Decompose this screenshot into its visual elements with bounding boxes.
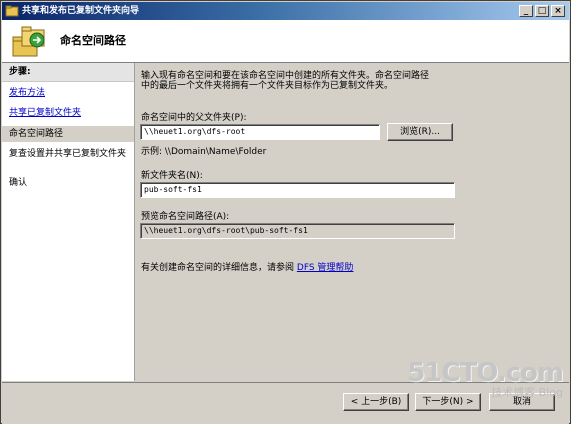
page-title: 命名空间路径: [60, 34, 126, 47]
minimize-button[interactable]: _: [519, 5, 533, 17]
help-prefix: 有关创建命名空间的详细信息，请参阅: [141, 263, 295, 273]
dfs-help-link[interactable]: DFS 管理帮助: [297, 263, 354, 273]
parent-folder-label: 命名空间中的父文件夹(P):: [141, 113, 247, 123]
wizard-header: 命名空间路径: [2, 20, 569, 63]
watermark: 51CTO.com 技术博客 Blog: [407, 358, 564, 400]
description-line-2: 中的最后一个文件夹将拥有一个文件夹目标作为已复制文件夹。: [141, 81, 394, 91]
parent-folder-input[interactable]: \\heuet1.org\dfs-root: [140, 124, 380, 140]
preview-label: 预览命名空间路径(A):: [141, 212, 230, 222]
close-button[interactable]: ×: [551, 5, 565, 17]
step-share-folder[interactable]: 共享已复制文件夹: [9, 107, 129, 119]
shared-folders-icon: [12, 26, 45, 57]
help-text: 有关创建命名空间的详细信息，请参阅 DFS 管理帮助: [141, 260, 353, 273]
step-namespace-path: 命名空间路径: [2, 126, 134, 142]
steps-heading: 步骤:: [2, 63, 134, 82]
back-button[interactable]: < 上一步(B): [343, 393, 409, 411]
preview-path-field: \\heuet1.org\dfs-root\pub-soft-fs1: [140, 223, 455, 239]
browse-button[interactable]: 浏览(R)...: [387, 123, 453, 141]
new-folder-input[interactable]: pub-soft-fs1: [140, 182, 455, 198]
wizard-window-icon: [5, 5, 19, 17]
title-bar[interactable]: 共享和发布已复制文件夹向导 _ □ ×: [2, 2, 569, 20]
main-content: 输入现有命名空间和要在该命名空间中创建的所有文件夹。命名空间路径 中的最后一个文…: [135, 63, 570, 381]
step-confirmation: 确认: [9, 178, 28, 188]
step-publish-method[interactable]: 发布方法: [9, 87, 129, 99]
maximize-button[interactable]: □: [535, 5, 549, 17]
step-review-settings: 复查设置并共享已复制文件夹: [9, 149, 127, 159]
steps-panel: 步骤: 发布方法 共享已复制文件夹 命名空间路径 复查设置并共享已复制文件夹 确…: [2, 63, 135, 381]
example-text: 示例: \\Domain\Name\Folder: [141, 147, 267, 157]
new-folder-label: 新文件夹名(N):: [141, 171, 203, 181]
window-title: 共享和发布已复制文件夹向导: [22, 6, 140, 16]
